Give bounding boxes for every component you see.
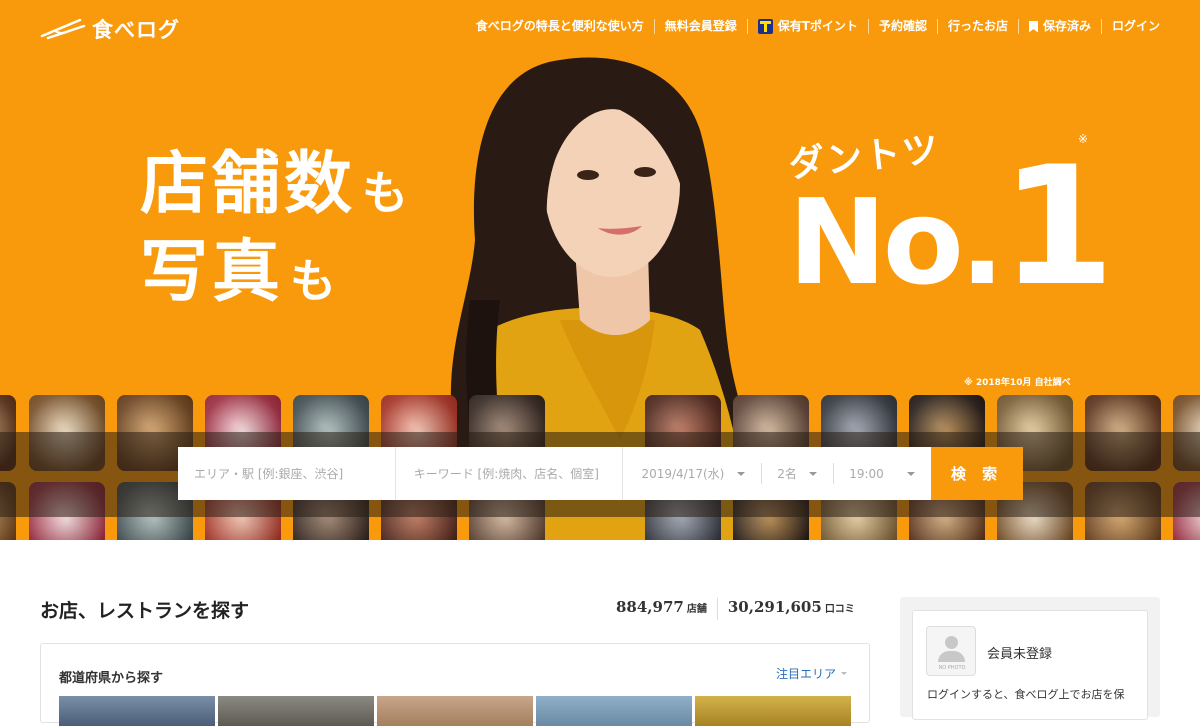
prefecture-thumbnail[interactable]	[377, 696, 533, 726]
time-select[interactable]: 19:00	[833, 447, 932, 500]
nav-saved-link[interactable]: 保存済み	[1017, 19, 1101, 34]
survey-note: ※ 2018年10月 自社調べ	[964, 378, 1071, 388]
nav-reservation-link[interactable]: 予約確認	[867, 19, 937, 34]
date-select[interactable]: 2019/4/17(水)	[623, 447, 762, 500]
avatar-head-icon	[945, 636, 958, 649]
main-content: お店、レストランを探す 884,977 店舗 30,291,605 口コミ 都道…	[0, 540, 1200, 726]
site-stats: 884,977 店舗 30,291,605 口コミ	[616, 598, 855, 620]
member-status: 会員未登録	[987, 647, 1053, 662]
search-form: エリア・駅 [例:銀座、渋谷] キーワード [例:焼肉、店名、個室] 2019/…	[178, 447, 1023, 500]
prefecture-thumbnail[interactable]	[695, 696, 851, 726]
tabelog-logo[interactable]: 食べログ	[40, 14, 180, 44]
headline-line1-suffix: も	[362, 166, 409, 220]
date-value: 2019/4/17(水)	[641, 467, 725, 481]
people-select[interactable]: 2名	[761, 447, 834, 500]
avatar-body-icon	[938, 651, 965, 662]
nav-visited-label: 行ったお店	[947, 19, 1008, 33]
header-nav: 食べログの特長と便利な使い方 無料会員登録 保有Tポイント 予約確認 行ったお店…	[466, 19, 1160, 34]
restaurant-count: 884,977 店舗	[616, 598, 707, 616]
prefecture-search-card: 都道府県から探す 注目エリア	[40, 643, 870, 726]
nav-saved-label: 保存済み	[1042, 19, 1091, 33]
chevron-down-icon	[809, 471, 818, 476]
restaurant-count-value: 884,977	[616, 598, 684, 616]
no1-text: No.1	[788, 145, 1115, 317]
area-search-input[interactable]: エリア・駅 [例:銀座、渋谷]	[178, 447, 396, 500]
prefecture-thumbnail[interactable]	[536, 696, 692, 726]
nav-tpoint-link[interactable]: 保有Tポイント	[746, 19, 868, 34]
chevron-down-icon	[907, 471, 916, 476]
nav-features-label: 食べログの特長と便利な使い方	[475, 19, 644, 33]
nav-tpoint-label: 保有Tポイント	[777, 19, 858, 33]
nav-register-link[interactable]: 無料会員登録	[653, 19, 747, 34]
headline-line1: 店舗数	[140, 145, 357, 224]
nav-visited-link[interactable]: 行ったお店	[936, 19, 1018, 34]
prefecture-thumbnail[interactable]	[218, 696, 374, 726]
divider	[833, 463, 835, 484]
keyword-placeholder: キーワード [例:焼肉、店名、個室]	[413, 467, 599, 481]
headline-line2: 写真	[140, 233, 285, 312]
hero-headline: 店舗数 も 写真 も	[140, 135, 408, 311]
member-card: NO PHOTO 会員未登録 ログインすると、食べログ上でお店を保	[912, 610, 1148, 720]
search-button[interactable]: 検 索	[931, 447, 1023, 500]
section-title: お店、レストランを探す	[40, 600, 250, 622]
sidebar: NO PHOTO 会員未登録 ログインすると、食べログ上でお店を保	[900, 597, 1160, 720]
restaurant-count-unit: 店舗	[686, 604, 707, 615]
nav-login-link[interactable]: ログイン	[1100, 19, 1160, 34]
one-text: 1	[1000, 131, 1115, 322]
review-count-unit: 口コミ	[824, 604, 855, 615]
prefecture-title: 都道府県から探す	[59, 671, 164, 686]
featured-area-label: 注目エリア	[775, 667, 836, 681]
people-value: 2名	[777, 467, 797, 481]
hero-banner: 食べログ 食べログの特長と便利な使い方 無料会員登録 保有Tポイント 予約確認 …	[0, 0, 1200, 540]
avatar: NO PHOTO	[926, 626, 976, 676]
chevron-down-icon	[841, 672, 847, 675]
chopsticks-logo-icon	[40, 18, 86, 40]
nav-features-link[interactable]: 食べログの特長と便利な使い方	[466, 19, 654, 34]
no-photo-label: NO PHOTO	[938, 665, 966, 671]
headline-line2-suffix: も	[290, 254, 337, 308]
top-navigation: 食べログ 食べログの特長と便利な使い方 無料会員登録 保有Tポイント 予約確認 …	[0, 0, 1200, 56]
nav-login-label: ログイン	[1111, 19, 1160, 33]
divider	[761, 463, 763, 484]
time-value: 19:00	[849, 466, 884, 481]
bookmark-icon	[1028, 20, 1038, 33]
nav-reservation-label: 予約確認	[878, 19, 927, 33]
review-count-value: 30,291,605	[727, 598, 822, 616]
area-placeholder: エリア・駅 [例:銀座、渋谷]	[194, 467, 344, 481]
divider	[716, 598, 718, 620]
logo-text: 食べログ	[92, 18, 180, 42]
review-count: 30,291,605 口コミ	[728, 598, 855, 616]
no-text: No.	[788, 173, 1005, 311]
keyword-search-input[interactable]: キーワード [例:焼肉、店名、個室]	[395, 447, 624, 500]
t-point-icon	[757, 19, 773, 34]
nav-register-label: 無料会員登録	[664, 19, 737, 33]
featured-area-link[interactable]: 注目エリア	[776, 665, 847, 682]
chevron-down-icon	[737, 471, 746, 476]
prefecture-thumbnail[interactable]	[59, 696, 215, 726]
